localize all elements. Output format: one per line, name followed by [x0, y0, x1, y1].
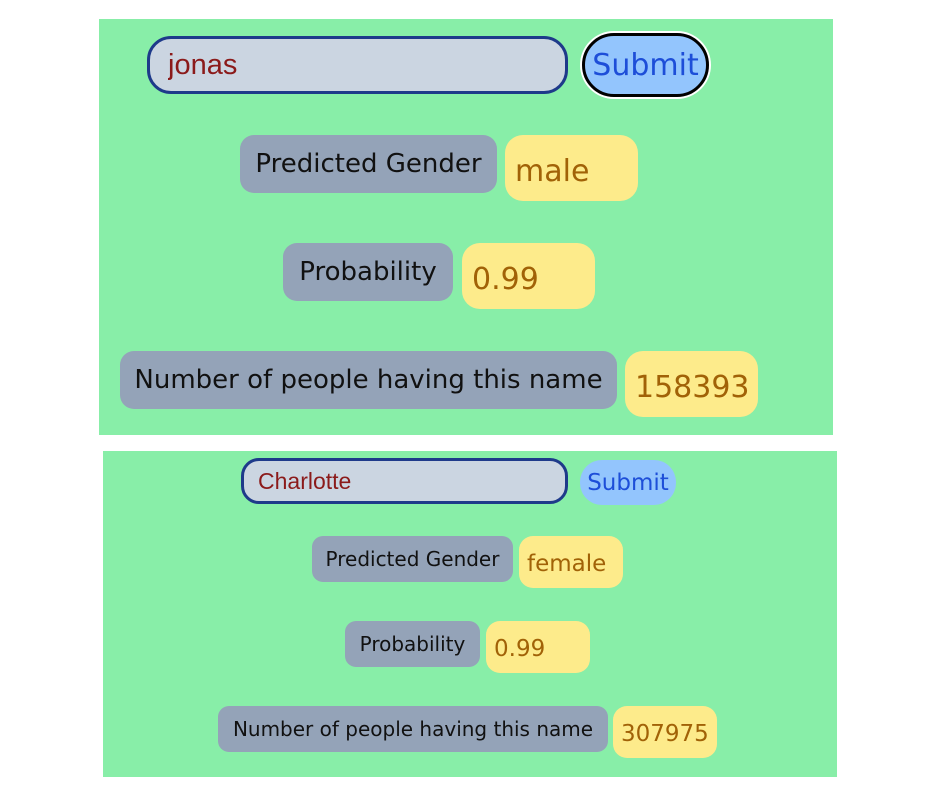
- name-count-label: Number of people having this name: [218, 706, 608, 752]
- predicted-gender-label: Predicted Gender: [312, 536, 513, 582]
- name-input[interactable]: [147, 36, 568, 94]
- probability-label: Probability: [345, 621, 480, 667]
- predicted-gender-value: male: [505, 135, 638, 201]
- submit-button[interactable]: Submit: [582, 33, 709, 97]
- name-form-panel-1: Submit Predicted Gender male Probability…: [99, 19, 833, 435]
- submit-button[interactable]: Submit: [580, 460, 676, 505]
- name-count-label: Number of people having this name: [120, 351, 617, 409]
- name-form-panel-2: Submit Predicted Gender female Probabili…: [103, 451, 837, 777]
- probability-label: Probability: [283, 243, 453, 301]
- probability-value: 0.99: [486, 621, 590, 673]
- predicted-gender-value: female: [519, 536, 623, 588]
- name-count-value: 307975: [613, 706, 717, 758]
- name-input[interactable]: [241, 458, 568, 504]
- name-count-value: 158393: [625, 351, 758, 417]
- probability-value: 0.99: [462, 243, 595, 309]
- predicted-gender-label: Predicted Gender: [240, 135, 497, 193]
